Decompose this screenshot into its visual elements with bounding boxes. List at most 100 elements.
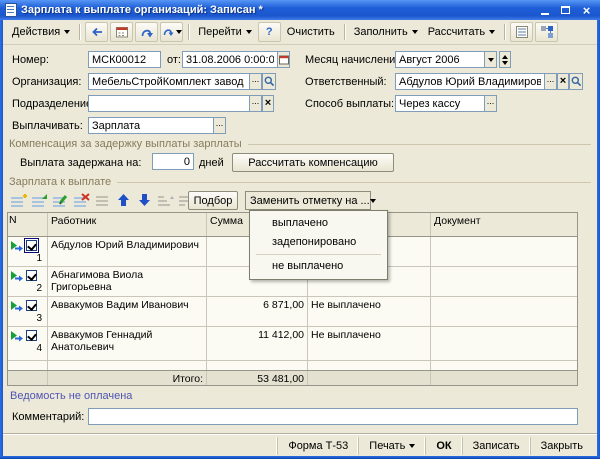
menu-item-paid[interactable]: выплачено: [250, 214, 387, 233]
employee-name[interactable]: Аввакумов Геннадий Анатольевич: [48, 327, 207, 360]
chevron-down-icon: [176, 30, 182, 34]
structure-button[interactable]: [535, 22, 558, 42]
menu-item-unpaid[interactable]: не выплачено: [250, 257, 387, 276]
pay-select-button[interactable]: [213, 117, 226, 134]
compensation-section-title: Компенсация за задержку выплаты зарплаты: [9, 138, 242, 150]
sort-asc-button[interactable]: [156, 192, 174, 208]
header-employee[interactable]: Работник: [48, 213, 207, 236]
pick-button[interactable]: Подбор: [188, 191, 238, 210]
replace-mark-dropdown-button[interactable]: Заменить отметку на ...: [245, 191, 371, 210]
responsible-input[interactable]: [395, 73, 545, 90]
delete-row-icon: [73, 193, 90, 208]
row-checkbox[interactable]: [26, 300, 37, 311]
print-button[interactable]: Печать: [358, 437, 425, 455]
date-input[interactable]: [182, 51, 278, 68]
document-cell[interactable]: [431, 267, 577, 296]
pay-method-input[interactable]: [395, 95, 485, 112]
delay-days-input[interactable]: [152, 153, 194, 170]
department-input[interactable]: [88, 95, 250, 112]
responsible-select-button[interactable]: [544, 73, 557, 90]
move-up-button[interactable]: [114, 192, 132, 208]
row-state-icon: [9, 299, 23, 312]
goto-menu-button[interactable]: Перейти: [193, 23, 257, 41]
copy-row-button[interactable]: [30, 192, 48, 208]
document-cell[interactable]: [431, 297, 577, 326]
employee-name[interactable]: Абдулов Юрий Владимирович: [48, 237, 207, 266]
titlebar: Зарплата к выплате организаций: Записан …: [0, 0, 600, 20]
form-t53-button[interactable]: Форма Т-53: [277, 437, 358, 455]
move-down-button[interactable]: [135, 192, 153, 208]
document-cell[interactable]: [431, 327, 577, 360]
magnifier-icon: [264, 76, 275, 87]
print-label: Печать: [369, 440, 405, 452]
month-dropdown-button[interactable]: [484, 51, 497, 68]
department-label: Подразделение:: [12, 98, 95, 110]
pay-method-select-button[interactable]: [484, 95, 497, 112]
back-button[interactable]: [85, 22, 108, 42]
amount-cell[interactable]: 11 412,00: [207, 327, 308, 360]
save-button[interactable]: Записать: [462, 437, 530, 455]
document-date-button[interactable]: [110, 22, 133, 42]
delete-row-button[interactable]: [72, 192, 90, 208]
close-window-button[interactable]: Закрыть: [530, 437, 593, 455]
row-checkbox[interactable]: [26, 270, 37, 281]
mark-cell[interactable]: Не выплачено: [308, 327, 431, 360]
row-number: 4: [9, 343, 46, 354]
actions-menu-button[interactable]: Действия: [7, 23, 75, 41]
responsible-clear-button[interactable]: [557, 73, 569, 90]
actions-label: Действия: [12, 26, 60, 38]
organization-input[interactable]: [88, 73, 250, 90]
month-spinner[interactable]: [499, 51, 511, 68]
salary-section-title: Зарплата к выплате: [9, 176, 111, 188]
salary-section-header: Зарплата к выплате: [9, 176, 591, 188]
document-window: Зарплата к выплате организаций: Записан …: [0, 0, 600, 459]
employee-name[interactable]: Абнагимова Виола Григорьевна: [48, 267, 207, 296]
comment-input[interactable]: [88, 408, 578, 425]
department-select-button[interactable]: [249, 95, 262, 112]
organization-select-button[interactable]: [249, 73, 262, 90]
month-input[interactable]: [395, 51, 485, 68]
list-settings-button[interactable]: [510, 22, 533, 42]
post-document-button[interactable]: [135, 22, 158, 42]
date-picker-button[interactable]: [277, 51, 290, 68]
pay-input[interactable]: [88, 117, 214, 134]
structure-icon: [540, 25, 554, 39]
number-input[interactable]: [88, 51, 161, 68]
edit-row-button[interactable]: [51, 192, 69, 208]
table-row[interactable]: 3 Аввакумов Вадим Иванович 6 871,00 Не в…: [8, 297, 577, 327]
organization-open-button[interactable]: [262, 73, 276, 90]
section-rule: [248, 144, 591, 145]
calculate-menu-button[interactable]: Рассчитать: [423, 23, 500, 41]
close-icon: ×: [583, 4, 591, 17]
row-number: 2: [9, 283, 46, 294]
row-checkbox[interactable]: [26, 240, 37, 251]
fill-menu-button[interactable]: Заполнить: [349, 23, 423, 41]
maximize-button[interactable]: [557, 3, 574, 18]
close-button[interactable]: ×: [578, 3, 595, 18]
department-clear-button[interactable]: [262, 95, 274, 112]
main-toolbar: Действия Перейти ? Очистить Заполнить Ра…: [3, 20, 597, 45]
calculate-compensation-button[interactable]: Рассчитать компенсацию: [232, 153, 394, 172]
clear-button[interactable]: Очистить: [282, 23, 340, 41]
compensation-section-header: Компенсация за задержку выплаты зарплаты: [9, 138, 591, 150]
document-cell[interactable]: [431, 237, 577, 266]
amount-cell[interactable]: 6 871,00: [207, 297, 308, 326]
add-row-button[interactable]: [9, 192, 27, 208]
responsible-open-button[interactable]: [569, 73, 583, 90]
minimize-button[interactable]: [536, 3, 553, 18]
magnifier-icon: [571, 76, 582, 87]
related-documents-button[interactable]: [160, 22, 183, 42]
row-checkbox[interactable]: [26, 330, 37, 341]
mark-cell[interactable]: Не выплачено: [308, 297, 431, 326]
minimize-icon: [541, 13, 549, 15]
header-document[interactable]: Документ: [431, 213, 577, 236]
toolbar-separator: [188, 24, 189, 40]
help-button[interactable]: ?: [258, 22, 281, 42]
table-row[interactable]: 4 Аввакумов Геннадий Анатольевич 11 412,…: [8, 327, 577, 361]
move-row-button[interactable]: [93, 192, 111, 208]
menu-item-deposited[interactable]: задепонировано: [250, 233, 387, 252]
header-num[interactable]: N: [8, 213, 48, 236]
ok-button[interactable]: ОК: [425, 437, 461, 455]
row-num-cell: 2: [8, 267, 48, 296]
employee-name[interactable]: Аввакумов Вадим Иванович: [48, 297, 207, 326]
